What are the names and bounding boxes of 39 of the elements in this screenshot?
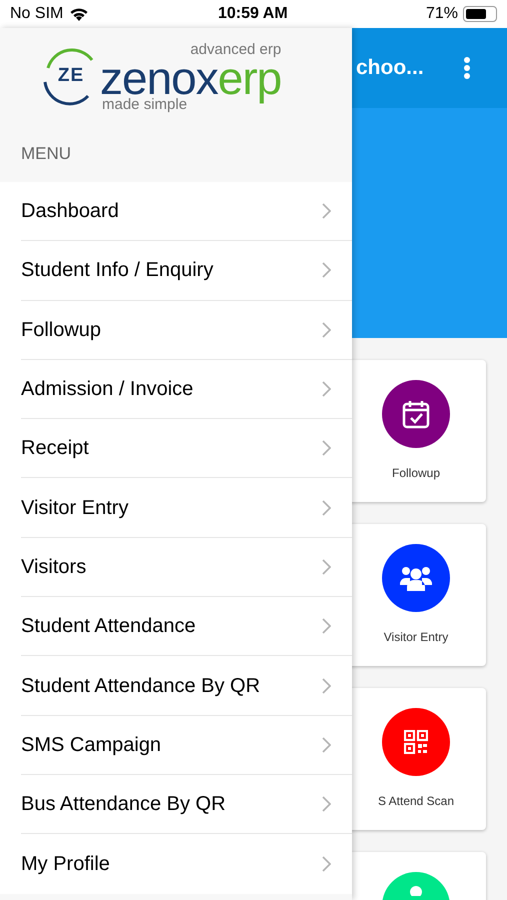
logo-mark: ZE [40, 46, 102, 108]
app-title: choo... [356, 55, 424, 82]
menu-item[interactable]: Visitors [21, 538, 352, 598]
chevron-icon [322, 500, 331, 516]
chevron-icon [322, 440, 331, 456]
qr-code-icon [404, 730, 428, 754]
chevron-icon [322, 558, 331, 575]
menu-item[interactable]: Student Info / Enquiry [21, 241, 352, 301]
battery-percent: 71% [426, 4, 458, 24]
menu-item[interactable]: Student Attendance By QR [21, 656, 352, 716]
chevron-icon [322, 678, 331, 694]
menu-item[interactable]: Admission / Invoice [21, 360, 352, 420]
clock-text: 10:59 AM [218, 4, 288, 24]
people-icon [400, 565, 432, 591]
chevron-icon [322, 381, 331, 398]
menu-item[interactable]: Receipt [21, 419, 352, 478]
section-header: MENU [21, 142, 72, 165]
menu-item[interactable]: My Profile [21, 834, 352, 894]
chevron-icon [322, 322, 331, 338]
carrier-text: No SIM [10, 4, 64, 24]
chevron-icon [322, 262, 331, 278]
calendar-check-icon [402, 399, 430, 429]
menu-item[interactable]: Dashboard [21, 182, 352, 242]
chevron-icon [322, 856, 331, 872]
chevron-icon [322, 796, 331, 812]
menu-item[interactable]: Bus Attendance By QR [21, 774, 352, 834]
chevron-icon [322, 203, 331, 220]
menu-item[interactable]: Student Attendance [21, 597, 352, 656]
menu-item[interactable]: SMS Campaign [21, 716, 352, 775]
menu-item[interactable]: Followup [21, 300, 352, 360]
battery-icon [463, 6, 497, 22]
wifi-icon [69, 6, 90, 22]
card-label: Followup [392, 465, 440, 482]
chevron-icon [322, 736, 331, 753]
menu-item[interactable]: Visitor Entry [21, 478, 352, 538]
more-icon[interactable] [463, 56, 471, 80]
card-label: Visitor Entry [384, 629, 448, 646]
chevron-icon [322, 618, 331, 634]
card-label: S Attend Scan [378, 793, 454, 810]
